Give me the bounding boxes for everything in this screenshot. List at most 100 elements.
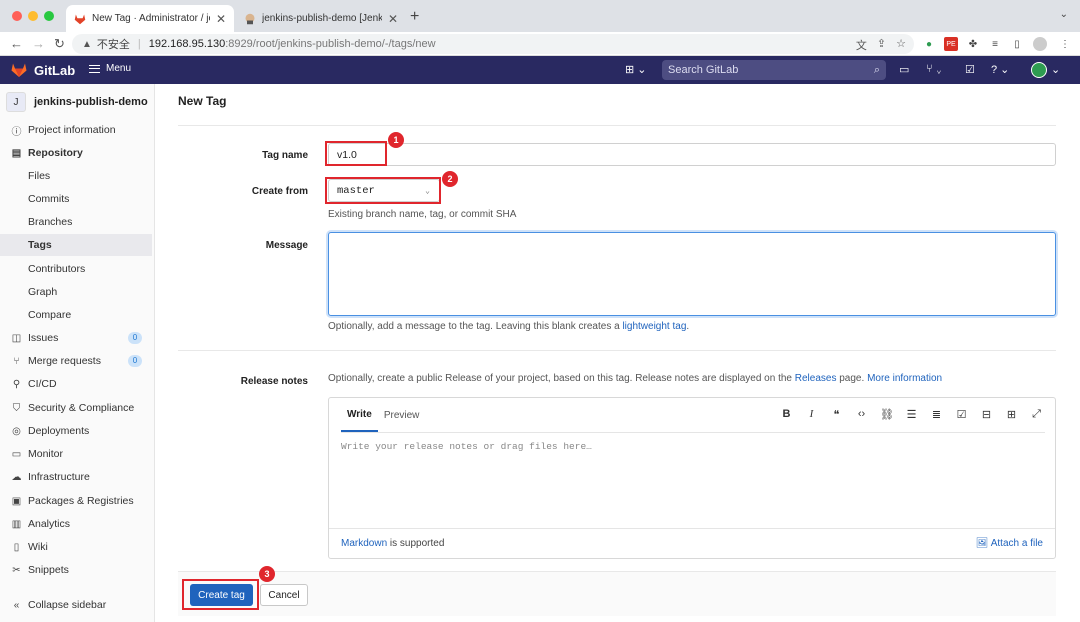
profile-avatar-icon[interactable] xyxy=(1033,37,1047,51)
annotation-box-2 xyxy=(325,177,441,204)
sidebar-item-label: Branches xyxy=(28,216,73,228)
forward-icon[interactable]: → xyxy=(32,36,45,52)
sidebar-item-contributors[interactable]: Contributors xyxy=(0,258,152,280)
sidebar-item-monitor[interactable]: ▭ Monitor xyxy=(0,443,152,465)
sidebar-item-branches[interactable]: Branches xyxy=(0,211,152,233)
user-avatar[interactable] xyxy=(1031,62,1047,78)
sidebar-project-header[interactable]: J jenkins-publish-demo xyxy=(6,92,148,112)
link-icon[interactable]: ⛓ xyxy=(880,408,894,421)
gitlab-brand[interactable]: GitLab xyxy=(34,63,75,78)
close-window-button[interactable] xyxy=(12,11,22,21)
sidebar-item-files[interactable]: Files xyxy=(0,165,152,187)
sidebar-item-tags[interactable]: Tags xyxy=(0,234,152,256)
new-dropdown-icon[interactable]: ⊞ ⌄ xyxy=(625,63,647,76)
reading-list-icon[interactable]: ≡ xyxy=(988,37,1002,51)
package-icon: ▣ xyxy=(11,495,22,507)
sidebar-item-compare[interactable]: Compare xyxy=(0,304,152,326)
attach-file-button[interactable]: 🖼 Attach a file xyxy=(976,538,1043,549)
sidebar-item-ci-cd[interactable]: ⚲ CI/CD xyxy=(0,373,152,395)
double-chevron-left-icon: « xyxy=(13,599,20,611)
bookmark-star-icon[interactable]: ☆ xyxy=(896,37,906,53)
sidebar-item-graph[interactable]: Graph xyxy=(0,281,152,303)
sidebar-item-packages-registries[interactable]: ▣ Packages & Registries xyxy=(0,490,152,512)
close-tab-icon[interactable]: ✕ xyxy=(216,12,226,26)
close-tab-icon[interactable]: ✕ xyxy=(388,12,398,26)
back-icon[interactable]: ← xyxy=(10,36,23,52)
bold-icon[interactable]: B xyxy=(780,408,793,421)
help-icon[interactable]: ? ⌄ xyxy=(991,63,1009,76)
sidebar-item-label: CI/CD xyxy=(28,378,57,390)
gitlab-top-bar: GitLab Menu ⊞ ⌄ Search GitLab ⌕ ▭ ⑂ ⌄ ☑ … xyxy=(0,56,1080,84)
sidebar-item-label: Monitor xyxy=(28,448,64,460)
sidebar-item-commits[interactable]: Commits xyxy=(0,188,152,210)
evernote-extension-icon[interactable]: ● xyxy=(922,37,936,51)
italic-icon[interactable]: I xyxy=(805,408,818,421)
extensions-puzzle-icon[interactable]: ✤ xyxy=(966,37,980,51)
markdown-note: Markdown is supported xyxy=(341,538,444,549)
tab-write[interactable]: Write xyxy=(341,398,378,432)
create-from-help: Existing branch name, tag, or commit SHA xyxy=(328,209,517,220)
gitlab-logo-icon[interactable] xyxy=(11,62,27,77)
merge-requests-header-icon[interactable]: ⑂ ⌄ xyxy=(926,63,942,75)
book-icon: ▯ xyxy=(13,541,20,553)
sidebar-item-issues[interactable]: ◫ Issues 0 xyxy=(0,327,152,349)
jenkins-favicon-icon xyxy=(245,13,255,24)
user-menu-chevron-icon[interactable]: ⌄ xyxy=(1051,63,1060,76)
share-icon[interactable]: ⇪ xyxy=(877,37,886,53)
issues-header-icon[interactable]: ▭ xyxy=(899,63,909,76)
minimize-window-button[interactable] xyxy=(28,11,38,21)
side-panel-icon[interactable]: ▯ xyxy=(1010,37,1024,51)
project-name: jenkins-publish-demo xyxy=(34,96,148,108)
bullet-list-icon[interactable]: ☰ xyxy=(905,408,918,421)
release-notes-textarea[interactable]: Write your release notes or drag files h… xyxy=(341,441,592,452)
image-icon: 🖼 xyxy=(975,538,989,549)
tag-name-label: Tag name xyxy=(262,150,308,161)
collapsible-section-icon[interactable]: ⊟ xyxy=(980,408,993,421)
table-icon[interactable]: ⊞ xyxy=(1005,408,1018,421)
task-list-icon[interactable]: ☑ xyxy=(955,408,968,421)
collapse-sidebar-button[interactable]: « Collapse sidebar xyxy=(0,594,152,616)
cloud-icon: ☁ xyxy=(11,471,22,483)
editor-divider xyxy=(341,432,1045,433)
sidebar-item-wiki[interactable]: ▯ Wiki xyxy=(0,536,152,558)
reload-icon[interactable]: ↻ xyxy=(54,36,65,52)
sidebar-item-repository[interactable]: ▤ Repository xyxy=(0,142,152,164)
todos-icon[interactable]: ☑ xyxy=(965,63,975,76)
browser-tab-jenkins[interactable]: jenkins-publish-demo [Jenkins] ✕ xyxy=(236,5,406,32)
cancel-button[interactable]: Cancel xyxy=(260,584,308,606)
lightweight-tag-link[interactable]: lightweight tag xyxy=(622,321,686,332)
sidebar-item-infrastructure[interactable]: ☁ Infrastructure xyxy=(0,466,152,488)
tag-name-input[interactable]: v1.0 xyxy=(328,143,1056,166)
search-input[interactable]: Search GitLab ⌕ xyxy=(662,60,886,80)
markdown-link[interactable]: Markdown xyxy=(341,538,387,549)
pdf-extension-icon[interactable]: PE xyxy=(944,37,958,51)
url-field[interactable]: ▲ 不安全 | 192.168.95.130 :8929/root/jenkin… xyxy=(72,34,914,54)
sidebar-item-label: Deployments xyxy=(28,425,90,437)
numbered-list-icon[interactable]: ≣ xyxy=(930,408,943,421)
sidebar-item-deployments[interactable]: ◎ Deployments xyxy=(0,420,152,442)
tab-search-icon[interactable]: ⌄ xyxy=(1060,9,1068,20)
code-icon[interactable]: ‹› xyxy=(855,408,868,421)
release-notes-help: Optionally, create a public Release of y… xyxy=(328,373,942,384)
sidebar-item-security-compliance[interactable]: ⛉ Security & Compliance xyxy=(0,397,152,419)
menu-button[interactable]: Menu xyxy=(89,63,131,74)
more-information-link[interactable]: More information xyxy=(867,373,942,384)
sidebar-item-project-information[interactable]: ⓘ Project information xyxy=(0,119,152,141)
translate-icon[interactable]: 文 xyxy=(856,37,867,53)
url-separator: | xyxy=(137,38,141,50)
sidebar-item-snippets[interactable]: ✂ Snippets xyxy=(0,559,152,581)
sidebar-item-merge-requests[interactable]: ⑂ Merge requests 0 xyxy=(0,350,152,372)
zoom-window-button[interactable] xyxy=(44,11,54,21)
sidebar-item-analytics[interactable]: ▥ Analytics xyxy=(0,513,152,535)
tab-preview[interactable]: Preview xyxy=(378,398,426,432)
fullscreen-icon[interactable]: ⤢ xyxy=(1030,408,1043,421)
security-label: 不安全 xyxy=(96,39,130,51)
browser-more-icon[interactable]: ⋮ xyxy=(1058,37,1072,51)
releases-link[interactable]: Releases xyxy=(795,373,837,384)
message-textarea[interactable] xyxy=(328,232,1056,316)
browser-tab-new-tag[interactable]: New Tag · Administrator / jenkins ✕ xyxy=(66,5,234,32)
new-tab-button[interactable]: + xyxy=(410,8,419,26)
quote-icon[interactable]: ❝ xyxy=(830,408,843,421)
collapse-sidebar-label: Collapse sidebar xyxy=(28,599,107,611)
annotation-box-1 xyxy=(325,141,387,166)
